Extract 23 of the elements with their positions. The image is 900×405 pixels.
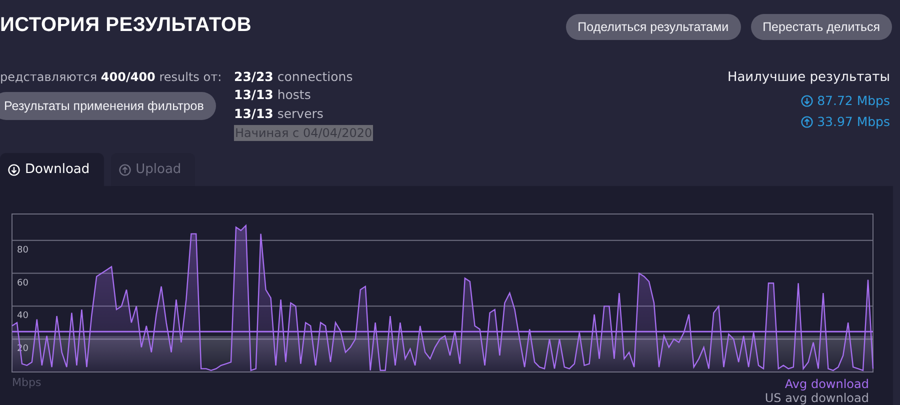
page-title: ИСТОРИЯ РЕЗУЛЬТАТОВ (0, 14, 252, 37)
legend-label: US avg download (764, 391, 869, 405)
share-button[interactable]: Перестать делиться (750, 14, 892, 40)
count-text: 13/13 servers (234, 106, 324, 121)
upload-icon (118, 164, 131, 176)
results-summary: редставляются 400/400 results от: (0, 70, 223, 84)
chart-tab[interactable]: Download (0, 153, 104, 186)
share-button[interactable]: Поделиться результатами (566, 14, 741, 40)
speed-value: 87.72 Mbps (817, 93, 890, 108)
count-text: 23/23 connections (234, 70, 353, 84)
filter-button[interactable]: Результаты применения фильтров (0, 92, 216, 120)
download-icon (8, 164, 20, 176)
axis-tick-label: 60 (17, 278, 28, 288)
legend-label: Avg download (784, 377, 869, 391)
speed-value: 33.97 Mbps (817, 114, 890, 129)
axis-tick-label: 80 (17, 245, 28, 256)
upload-icon (801, 116, 814, 128)
count-text: 13/13 hosts (234, 88, 311, 102)
axis-title: Mbps (12, 376, 42, 389)
axis-tick-label: 40 (17, 311, 28, 322)
download-icon (801, 94, 814, 106)
best-results-title: Наилучшие результаты (727, 70, 890, 85)
chart-tab[interactable]: Upload (110, 153, 196, 186)
